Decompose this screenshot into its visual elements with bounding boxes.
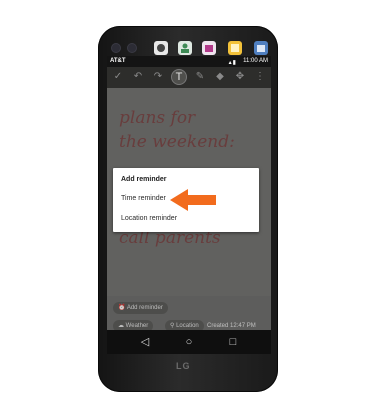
check-icon[interactable]: ✓	[111, 70, 125, 84]
navigation-bar: ◁ ○ □	[107, 330, 271, 354]
more-icon[interactable]: ⋮	[253, 70, 267, 84]
pointer-arrow-icon	[170, 189, 216, 211]
dialog-title: Add reminder	[121, 176, 167, 183]
home-icon[interactable]: ○	[181, 334, 197, 350]
text-tool-icon[interactable]: T	[171, 69, 187, 85]
front-camera-icon	[112, 44, 120, 52]
lg-logo: LG	[176, 361, 191, 371]
time-reminder-option[interactable]: Time reminder	[121, 195, 166, 202]
store-shortcut-icon[interactable]	[254, 41, 268, 55]
location-reminder-option[interactable]: Location reminder	[121, 215, 177, 222]
pen-icon[interactable]: ✎	[193, 70, 207, 84]
status-time: 11:00 AM	[243, 58, 268, 64]
status-bar: AT&T ▴▮ 11:00 AM	[107, 56, 271, 67]
gallery-shortcut-icon[interactable]	[202, 41, 216, 55]
eraser-icon[interactable]: ◆	[213, 70, 227, 84]
carrier-label: AT&T	[110, 58, 126, 64]
recents-icon[interactable]: □	[225, 334, 241, 350]
sensor-icon	[128, 44, 136, 52]
hand-icon[interactable]: ✥	[233, 70, 247, 84]
contacts-shortcut-icon[interactable]	[178, 41, 192, 55]
back-icon[interactable]: ◁	[137, 334, 153, 350]
app-shortcut-icon[interactable]	[154, 41, 168, 55]
memo-toolbar: ✓ ↶ ↷ T ✎ ◆ ✥ ⋮	[107, 67, 271, 88]
redo-icon[interactable]: ↷	[151, 70, 165, 84]
memo-shortcut-icon[interactable]	[228, 41, 242, 55]
undo-icon[interactable]: ↶	[131, 70, 145, 84]
